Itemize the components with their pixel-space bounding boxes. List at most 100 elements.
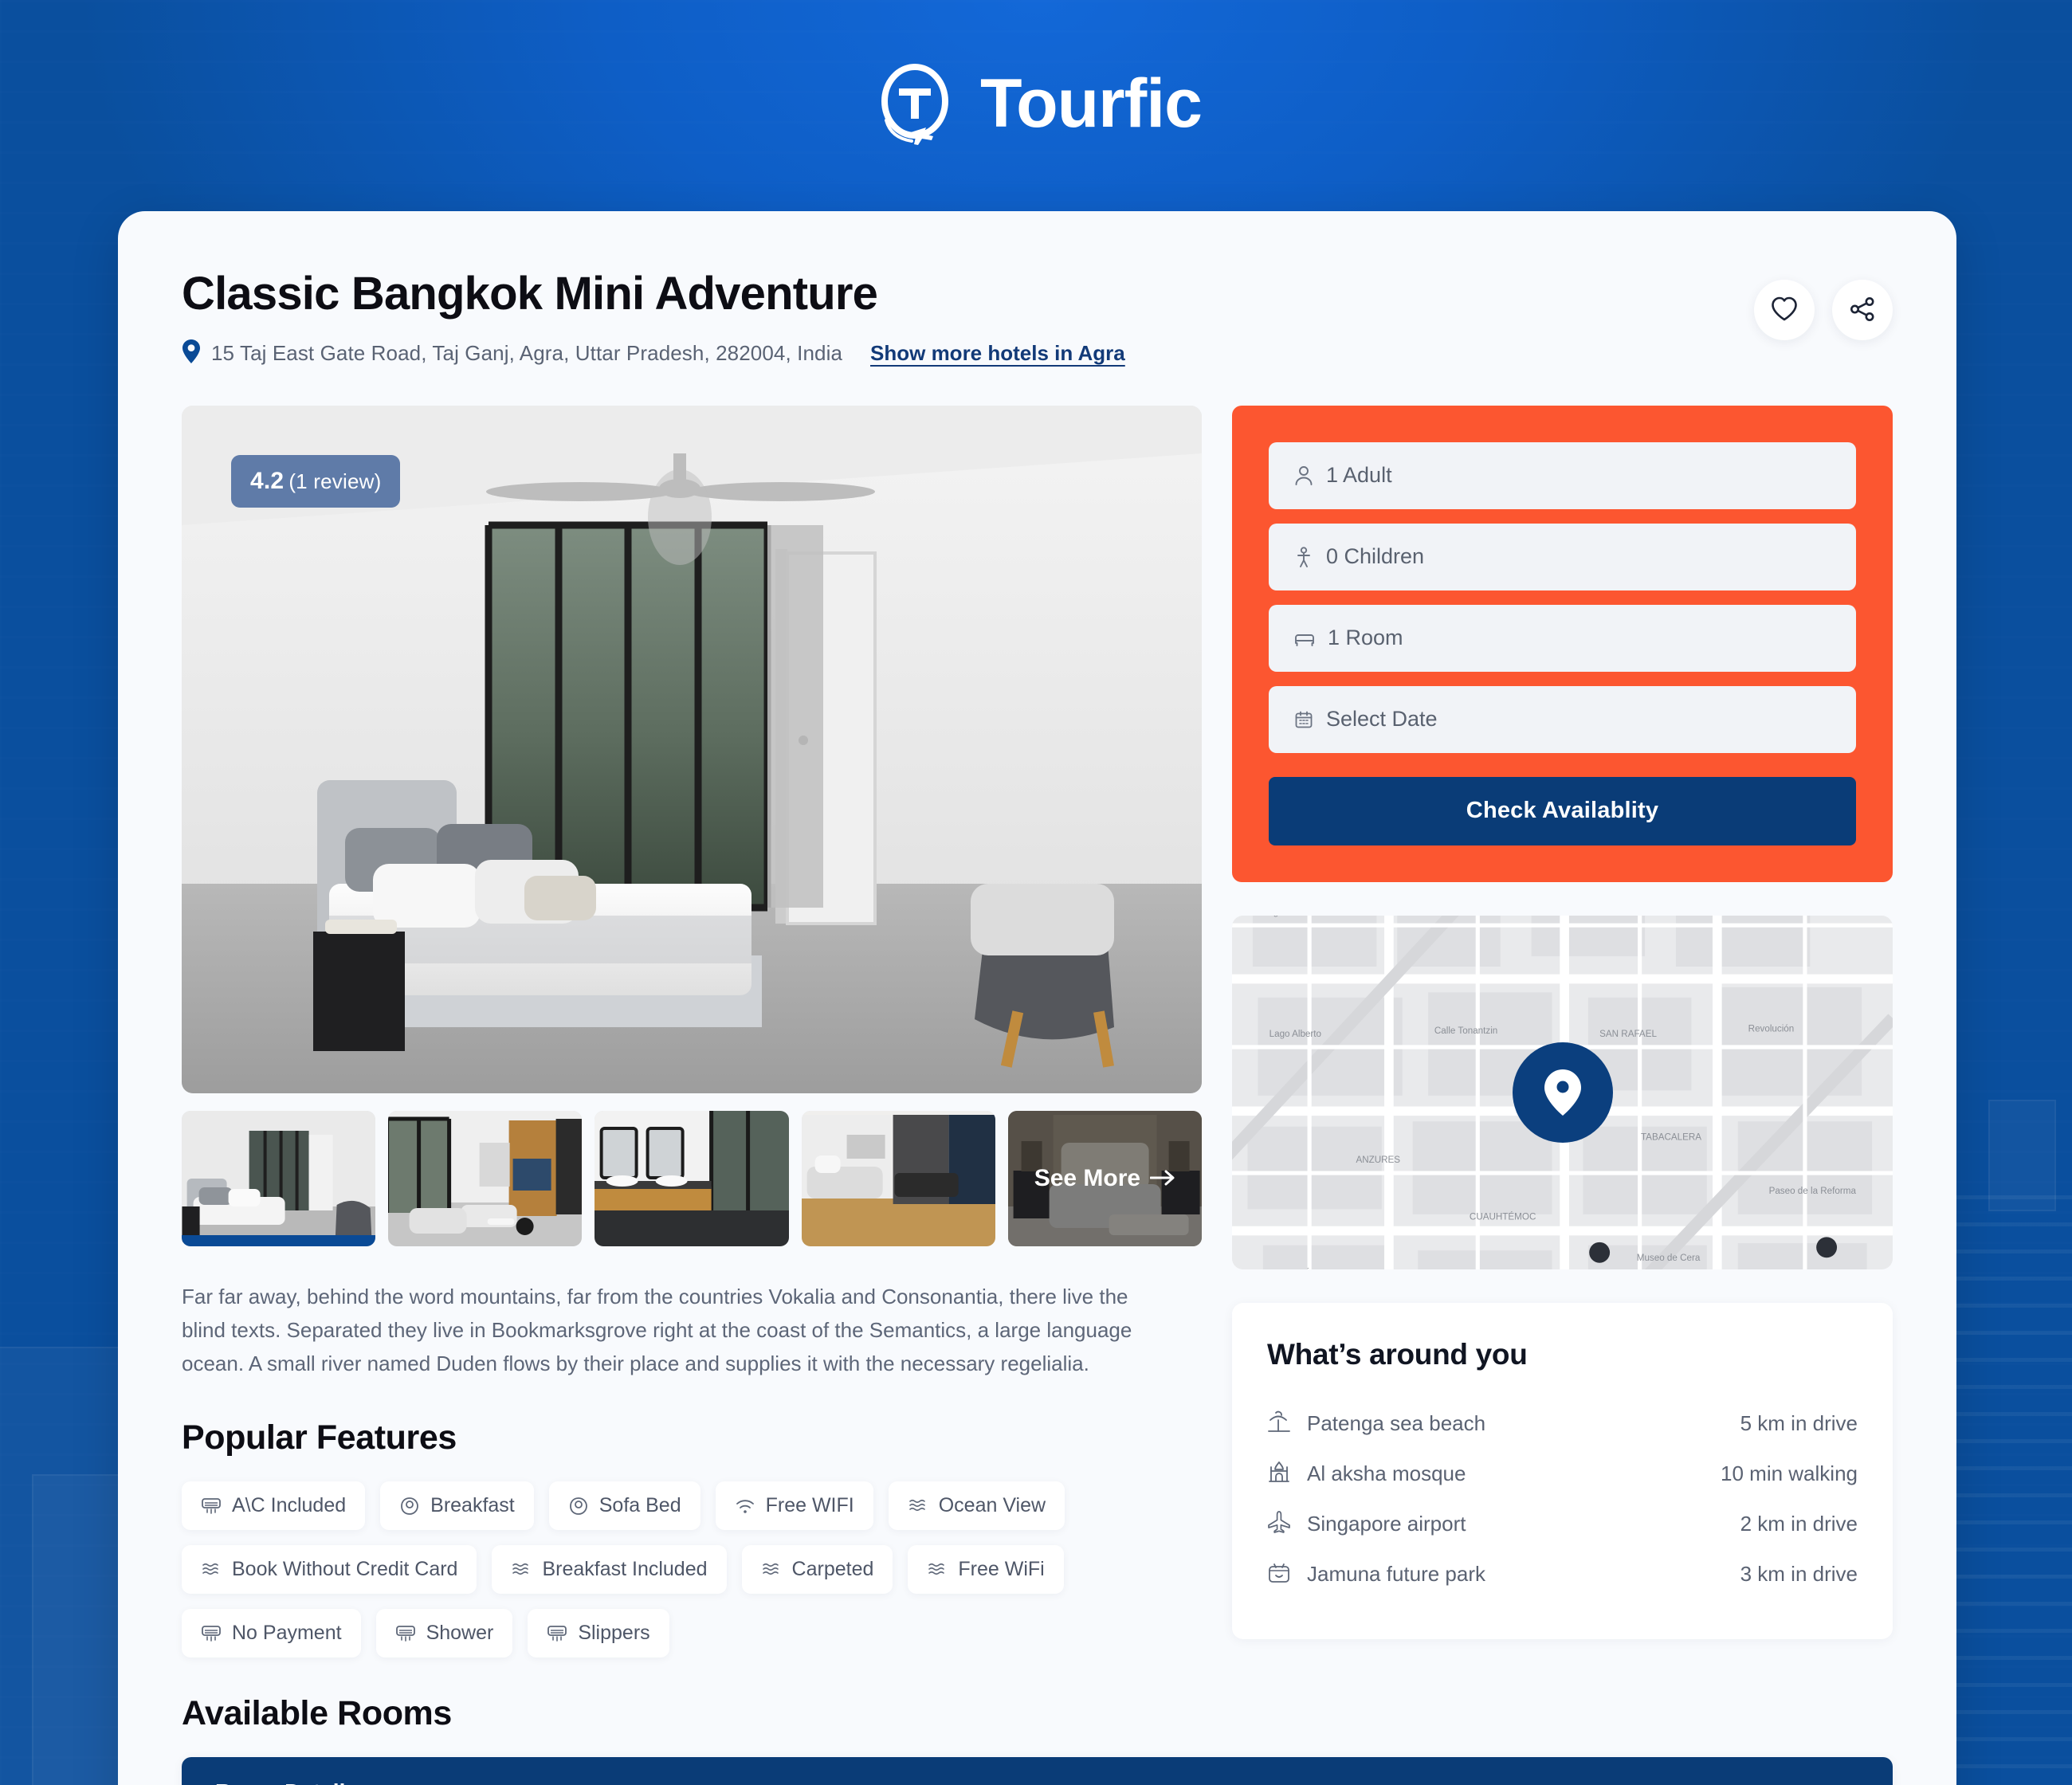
see-more-overlay: See More <box>1007 1110 1202 1246</box>
ac-icon <box>395 1623 416 1644</box>
list-item[interactable] <box>388 1110 583 1246</box>
ac-icon <box>201 1496 222 1516</box>
list-item[interactable] <box>182 1110 376 1246</box>
location-map[interactable]: Lago ComoLaguna Tamiahua Calle CedroFerr… <box>1232 915 1893 1269</box>
beach-icon <box>1267 1410 1291 1438</box>
title-row: Classic Bangkok Mini Adventure 15 Taj Ea… <box>182 268 1893 367</box>
feature-tag[interactable]: Book Without Credit Card <box>182 1545 477 1595</box>
feature-tag[interactable]: Free WiFi <box>908 1545 1064 1595</box>
date-field[interactable]: Select Date <box>1269 685 1856 753</box>
feature-label: Free WIFI <box>765 1494 854 1517</box>
booking-widget: 1 Adult 0 Children 1 Room Select Date Ch… <box>1232 405 1893 882</box>
hotel-detail-card: Classic Bangkok Mini Adventure 15 Taj Ea… <box>118 211 1956 1785</box>
bg-building-4 <box>1988 1100 2056 1211</box>
bedroom-thumbnail <box>182 1110 376 1246</box>
around-distance: 3 km in drive <box>1740 1561 1858 1586</box>
feature-tag[interactable]: Breakfast Included <box>492 1545 727 1595</box>
svg-text:SAN RAFAEL: SAN RAFAEL <box>1599 1029 1657 1039</box>
svg-text:Museo de Cera: Museo de Cera <box>1637 1253 1701 1263</box>
rooms-field[interactable]: 1 Room <box>1269 604 1856 672</box>
feature-tag[interactable]: Ocean View <box>888 1481 1065 1531</box>
feature-tag[interactable]: Carpeted <box>741 1545 893 1595</box>
around-distance: 5 km in drive <box>1740 1410 1858 1435</box>
around-name: Al aksha mosque <box>1307 1461 1466 1485</box>
feature-label: Sofa Bed <box>598 1494 681 1517</box>
feature-label: Breakfast Included <box>542 1558 708 1581</box>
feature-label: Shower <box>426 1622 494 1645</box>
map-pin-icon <box>1512 1042 1613 1143</box>
feature-tag[interactable]: Free WIFI <box>715 1481 873 1531</box>
svg-text:Revolución: Revolución <box>1748 1024 1795 1034</box>
arrow-right-icon <box>1149 1165 1175 1192</box>
rating-badge: 4.2 (1 review) <box>231 454 401 508</box>
svg-text:Calle Tonantzin: Calle Tonantzin <box>1434 1026 1497 1036</box>
hero-image[interactable]: 4.2 (1 review) <box>182 405 1202 1093</box>
date-value: Select Date <box>1326 707 1438 732</box>
heart-icon <box>1771 296 1798 324</box>
left-column: 4.2 (1 review) See More Far far away, be… <box>182 405 1202 1658</box>
around-name: Patenga sea beach <box>1307 1410 1486 1435</box>
waves-icon <box>908 1496 928 1516</box>
rooms-table: Room Details <box>182 1757 1893 1785</box>
popular-features-list: A\C Included Breakfast Sofa Bed Free WIF… <box>182 1481 1202 1658</box>
feature-label: Carpeted <box>791 1558 874 1581</box>
bed-icon <box>1294 629 1315 648</box>
list-item: Al aksha mosque 10 min walking <box>1267 1449 1858 1499</box>
page-title: Classic Bangkok Mini Adventure <box>182 268 878 320</box>
list-item[interactable] <box>801 1110 995 1246</box>
adults-value: 1 Adult <box>1326 463 1392 488</box>
waves-icon <box>761 1559 782 1580</box>
tourfic-plane-logo-icon[interactable] <box>870 61 959 151</box>
site-header: Tourfic <box>0 0 2072 211</box>
svg-text:CUAUHTÉMOC: CUAUHTÉMOC <box>1470 1211 1536 1222</box>
svg-text:ANZURES: ANZURES <box>1356 1155 1400 1165</box>
feature-label: Slippers <box>578 1622 650 1645</box>
right-column: 1 Adult 0 Children 1 Room Select Date Ch… <box>1232 405 1893 1658</box>
popular-features-title: Popular Features <box>182 1418 457 1457</box>
feature-tag[interactable]: Slippers <box>528 1609 669 1658</box>
available-rooms-section: Available Rooms Room Details <box>182 1694 1893 1785</box>
adults-field[interactable]: 1 Adult <box>1269 441 1856 509</box>
around-distance: 2 km in drive <box>1740 1511 1858 1536</box>
around-name: Jamuna future park <box>1307 1561 1486 1586</box>
available-rooms-title: Available Rooms <box>182 1694 452 1733</box>
feature-tag[interactable]: Sofa Bed <box>548 1481 700 1531</box>
show-more-hotels-link[interactable]: Show more hotels in Agra <box>870 341 1125 366</box>
children-value: 0 Children <box>1326 544 1425 569</box>
svg-text:Lago Como: Lago Como <box>1263 916 1311 917</box>
rooms-value: 1 Room <box>1328 626 1403 650</box>
calendar-icon <box>1294 710 1313 729</box>
feature-label: No Payment <box>232 1622 342 1645</box>
waves-icon <box>201 1559 222 1580</box>
living-room-thumbnail <box>388 1110 583 1246</box>
list-item[interactable] <box>595 1110 789 1246</box>
wishlist-button[interactable] <box>1754 280 1815 340</box>
content-grid: 4.2 (1 review) See More Far far away, be… <box>182 405 1893 1658</box>
feature-tag[interactable]: Breakfast <box>380 1481 534 1531</box>
feature-tag[interactable]: Shower <box>375 1609 513 1658</box>
check-availability-button[interactable]: Check Availablity <box>1269 776 1856 845</box>
feature-label: Book Without Credit Card <box>232 1558 458 1581</box>
title-block: Classic Bangkok Mini Adventure 15 Taj Ea… <box>182 268 1125 367</box>
card-action-buttons <box>1754 269 1893 340</box>
child-icon <box>1294 547 1313 567</box>
see-more-thumbnail[interactable]: See More <box>1007 1110 1202 1246</box>
children-field[interactable]: 0 Children <box>1269 523 1856 590</box>
see-more-label: See More <box>1034 1164 1141 1191</box>
hotel-address: 15 Taj East Gate Road, Taj Ganj, Agra, U… <box>211 340 843 365</box>
whats-around-you-title: What’s around you <box>1267 1337 1528 1371</box>
bathroom-thumbnail <box>595 1110 789 1246</box>
around-name: Singapore airport <box>1307 1511 1466 1536</box>
bg-building-3 <box>1956 1195 2072 1785</box>
brand-name: Tourfic <box>979 65 1203 142</box>
egg-icon <box>399 1496 420 1516</box>
feature-tag[interactable]: No Payment <box>182 1609 361 1658</box>
share-button[interactable] <box>1832 280 1893 340</box>
feature-tag[interactable]: A\C Included <box>182 1481 366 1531</box>
feature-label: Ocean View <box>938 1494 1046 1517</box>
airport-icon <box>1267 1510 1291 1538</box>
waves-icon <box>927 1559 948 1580</box>
lounge-thumbnail <box>801 1110 995 1246</box>
location-row: 15 Taj East Gate Road, Taj Ganj, Agra, U… <box>182 339 1125 367</box>
ac-icon <box>201 1623 222 1644</box>
